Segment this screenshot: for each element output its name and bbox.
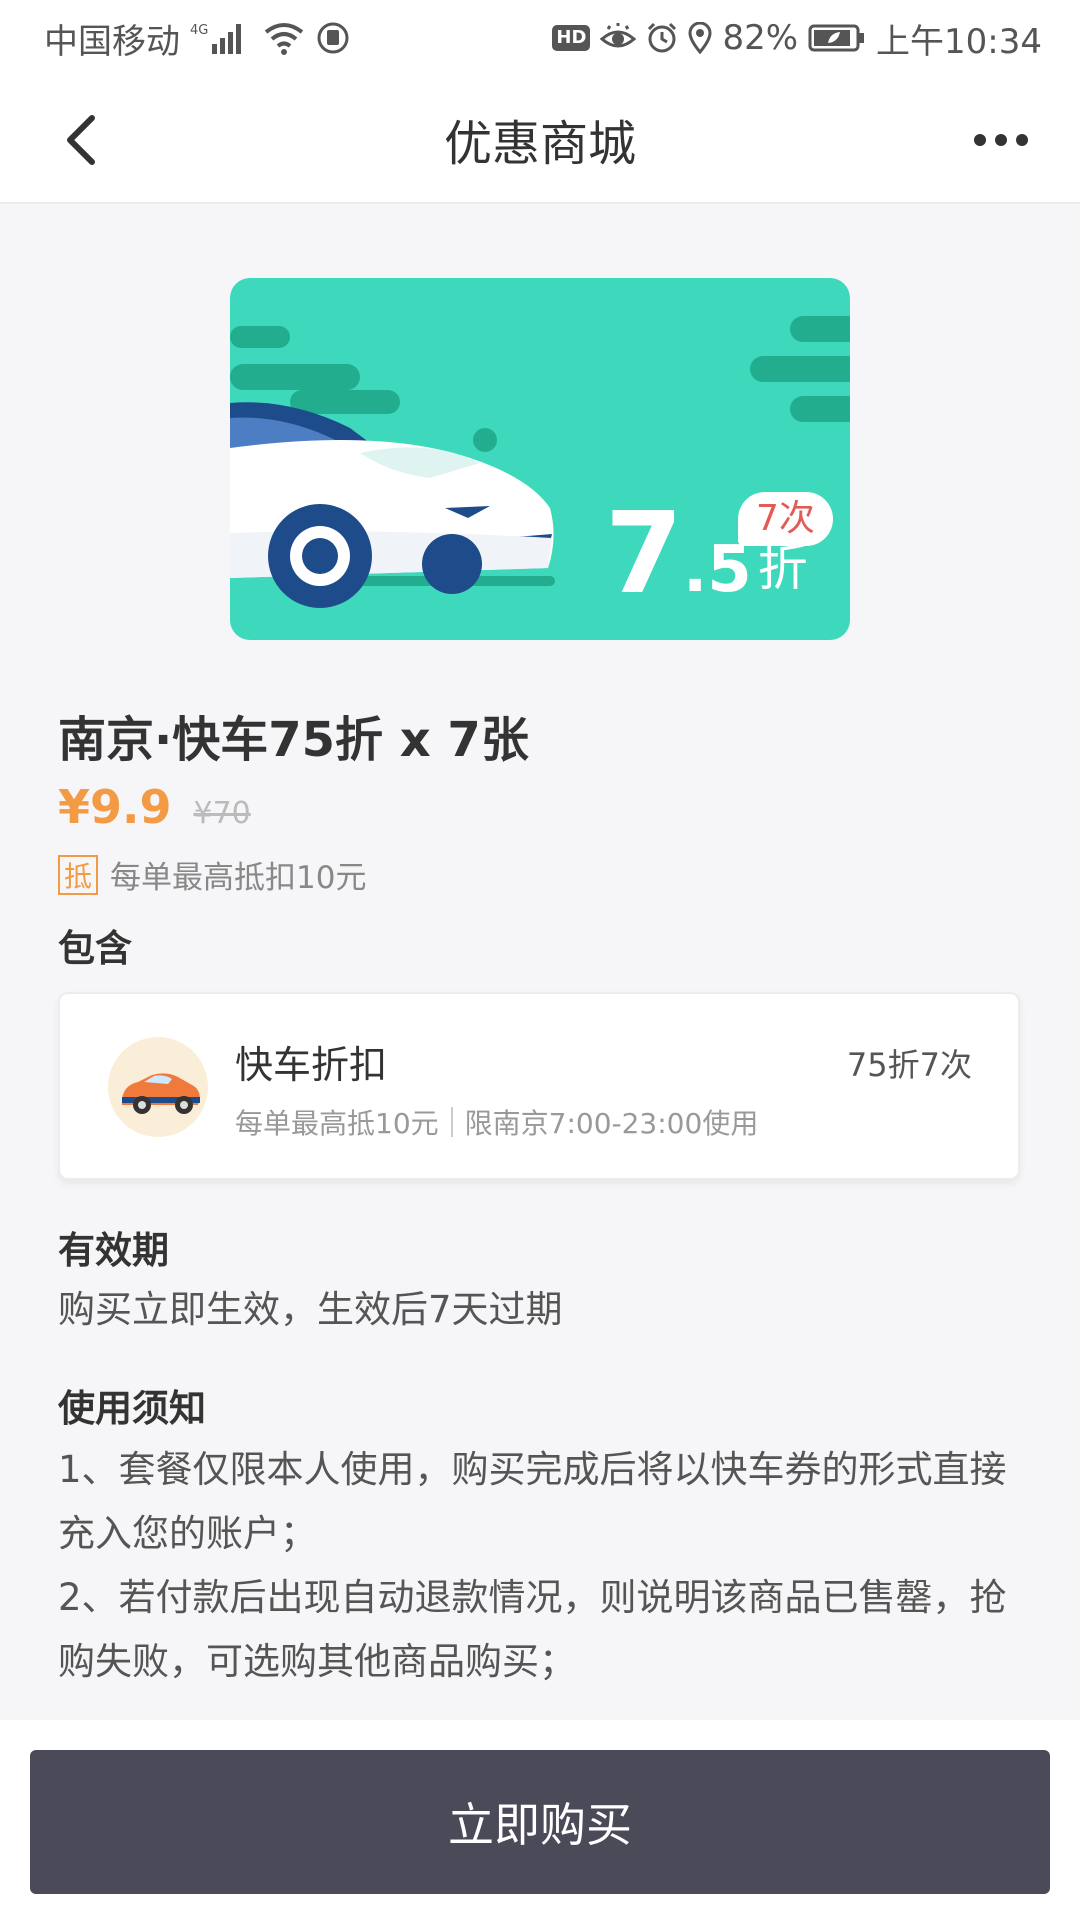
notice-item: 2、若付款后出现自动退款情况，则说明该商品已售罄，抢购失败，可选购其他商品购买； (58, 1576, 1007, 1683)
item-limit: 每单最高抵10元 (235, 1107, 439, 1140)
deduct-text: 每单最高抵扣10元 (110, 860, 367, 896)
discount-unit: 折 (757, 539, 808, 597)
price-row: ¥9.9 ¥70 (58, 780, 251, 834)
wifi-icon (262, 20, 306, 56)
navigation-bar: 优惠商城 (0, 76, 1080, 204)
more-dot (995, 134, 1007, 146)
item-subtitle: 每单最高抵10元 限南京7:00-23:00使用 (235, 1102, 758, 1142)
signal-icon: 4G (190, 20, 252, 56)
divider (450, 1107, 453, 1137)
notice-list: 1、套餐仅限本人使用，购买完成后将以快车券的形式直接充入您的账户； 2、若付款后… (58, 1438, 1018, 1716)
page-title: 优惠商城 (443, 116, 636, 172)
more-button[interactable] (966, 116, 1036, 164)
count-badge: 7次 (738, 492, 833, 546)
deduction-info: 抵 每单最高抵扣10元 (58, 852, 366, 897)
status-bar-left: 中国移动 4G (44, 14, 350, 63)
item-title: 快车折扣 (235, 1043, 388, 1087)
network-type: 4G (190, 23, 208, 38)
product-banner: 7 .5 折 7次 (230, 278, 850, 640)
car-icon (108, 1037, 208, 1137)
bottom-bar: 立即购买 (0, 1720, 1080, 1920)
location-icon (688, 22, 712, 54)
product-title: 南京·快车75折 x 7张 (58, 712, 529, 768)
item-scope: 限南京7:00-23:00使用 (464, 1107, 759, 1140)
discount-main: 7 (605, 489, 683, 619)
app-notification-icon (316, 21, 350, 55)
more-dot (1016, 134, 1028, 146)
alarm-icon (646, 22, 678, 54)
battery-percent: 82% (722, 18, 799, 58)
notice-label: 使用须知 (58, 1387, 206, 1430)
current-price: ¥9.9 (58, 780, 172, 834)
battery-icon (808, 23, 866, 53)
includes-label: 包含 (58, 927, 132, 970)
chevron-left-icon (67, 115, 95, 165)
carrier-name: 中国移动 (44, 21, 180, 62)
hd-badge: HD (552, 25, 591, 51)
item-count: 75折7次 (846, 1046, 972, 1084)
notice-item: 1、套餐仅限本人使用，购买完成后将以快车券的形式直接充入您的账户； (58, 1448, 1007, 1555)
validity-label: 有效期 (58, 1229, 169, 1272)
clock-time: 上午10:34 (876, 21, 1042, 62)
deduct-tag: 抵 (58, 854, 98, 895)
original-price: ¥70 (193, 796, 251, 831)
included-item-card: 快车折扣 每单最高抵10元 限南京7:00-23:00使用 75折7次 (58, 992, 1020, 1180)
buy-now-button[interactable]: 立即购买 (30, 1750, 1050, 1894)
more-dots-icon (974, 134, 986, 146)
status-bar: 中国移动 4G HD 82% 上午10:34 (0, 0, 1080, 76)
status-bar-right: HD 82% 上午10:34 (552, 14, 1042, 63)
eye-icon (600, 23, 637, 53)
validity-text: 购买立即生效，生效后7天过期 (58, 1288, 563, 1331)
back-button[interactable] (52, 112, 108, 168)
discount-decimal: .5 (682, 533, 752, 607)
